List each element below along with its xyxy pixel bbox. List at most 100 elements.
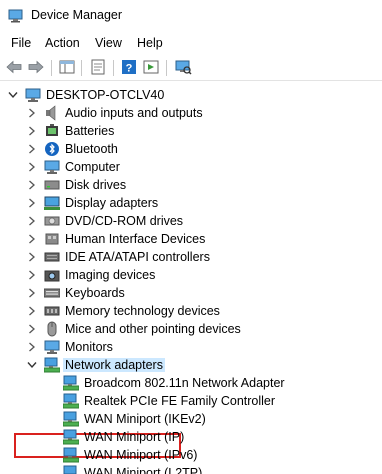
tree-item-category[interactable]: Computer	[0, 158, 382, 176]
disk-drive-icon	[44, 177, 60, 193]
keyboard-icon	[43, 285, 61, 301]
svg-text:?: ?	[126, 62, 133, 74]
chevron-down-icon[interactable]	[27, 356, 37, 374]
dvd-drive-icon	[44, 213, 60, 229]
computer-icon	[25, 87, 41, 103]
tree-root[interactable]: DESKTOP-OTCLV40	[0, 86, 382, 104]
tree-item-network-device[interactable]: WAN Miniport (IKEv2)	[0, 410, 382, 428]
tree-item-category[interactable]: Keyboards	[0, 284, 382, 302]
network-adapter-icon	[43, 357, 61, 373]
chevron-right-icon[interactable]	[27, 122, 37, 140]
help-icon: ?	[121, 59, 137, 78]
tree-item-category[interactable]: Memory technology devices	[0, 302, 382, 320]
menu-action[interactable]: Action	[45, 36, 80, 50]
show-hide-console-tree-icon	[59, 60, 75, 77]
scan-hardware-button[interactable]	[173, 58, 193, 78]
tree-item-category[interactable]: Imaging devices	[0, 266, 382, 284]
scan-hardware-icon	[174, 59, 192, 78]
tree-item-network-device[interactable]: WAN Miniport (IPv6)	[0, 446, 382, 464]
tree-item-network-device[interactable]: WAN Miniport (L2TP)	[0, 464, 382, 474]
chevron-right-icon[interactable]	[27, 212, 37, 230]
chevron-right-icon[interactable]	[27, 194, 37, 212]
mouse-icon	[44, 321, 60, 337]
monitor-icon	[44, 339, 60, 355]
ide-controller-icon	[44, 249, 60, 265]
chevron-right-icon[interactable]	[27, 284, 37, 302]
tree-item-network-device[interactable]: WAN Miniport (IP)	[0, 428, 382, 446]
title-bar: Device Manager	[0, 0, 382, 32]
back-arrow-icon	[6, 60, 22, 77]
menu-file[interactable]: File	[11, 36, 31, 50]
menu-help[interactable]: Help	[137, 36, 163, 50]
toolbar-separator	[113, 60, 114, 76]
back-button[interactable]	[4, 58, 24, 78]
chevron-right-icon[interactable]	[27, 248, 37, 266]
chevron-right-icon[interactable]	[27, 176, 37, 194]
help-button[interactable]: ?	[119, 58, 139, 78]
tree-item-label: Computer	[65, 160, 120, 174]
computer-icon	[44, 159, 60, 175]
forward-button[interactable]	[26, 58, 46, 78]
chevron-right-icon[interactable]	[27, 230, 37, 248]
chevron-right-icon[interactable]	[27, 338, 37, 356]
tree-item-category[interactable]: Mice and other pointing devices	[0, 320, 382, 338]
toolbar-separator	[166, 60, 167, 76]
toolbar-separator	[81, 60, 82, 76]
network-adapter-icon	[62, 447, 80, 463]
tree-item-label: Keyboards	[65, 286, 125, 300]
chevron-right-icon[interactable]	[27, 140, 37, 158]
chevron-down-icon[interactable]	[8, 86, 18, 104]
tree-item-label: WAN Miniport (IPv6)	[84, 448, 198, 462]
menu-view[interactable]: View	[95, 36, 122, 50]
tree-item-label: DVD/CD-ROM drives	[65, 214, 184, 228]
tree-item-label: Human Interface Devices	[65, 232, 206, 246]
tree-item-label: Display adapters	[65, 196, 159, 210]
chevron-right-icon[interactable]	[27, 320, 37, 338]
forward-arrow-icon	[28, 60, 44, 77]
memory-icon	[44, 303, 60, 319]
tree-item-label: WAN Miniport (L2TP)	[84, 466, 203, 474]
show-hide-console-tree-button[interactable]	[57, 58, 77, 78]
speaker-icon	[44, 105, 60, 121]
tree-item-label: Batteries	[65, 124, 115, 138]
tree-item-category[interactable]: Display adapters	[0, 194, 382, 212]
tree-item-network-device[interactable]: Broadcom 802.11n Network Adapter	[0, 374, 382, 392]
chevron-right-icon[interactable]	[27, 104, 37, 122]
tree-item-category[interactable]: Monitors	[0, 338, 382, 356]
tree-item-label: Audio inputs and outputs	[65, 106, 203, 120]
tree-item-category[interactable]: DVD/CD-ROM drives	[0, 212, 382, 230]
hid-icon	[44, 231, 60, 247]
chevron-right-icon[interactable]	[27, 302, 37, 320]
tree-item-category[interactable]: Human Interface Devices	[0, 230, 382, 248]
tree-item-category[interactable]: IDE ATA/ATAPI controllers	[0, 248, 382, 266]
toolbar-separator	[51, 60, 52, 76]
device-manager-icon	[8, 9, 24, 23]
tree-item-label: Monitors	[65, 340, 113, 354]
chevron-right-icon[interactable]	[27, 158, 37, 176]
tree-item-category[interactable]: Bluetooth	[0, 140, 382, 158]
tree-item-label: Bluetooth	[65, 142, 118, 156]
tree-item-label: Broadcom 802.11n Network Adapter	[84, 376, 285, 390]
network-adapter-icon	[62, 375, 80, 391]
properties-button[interactable]	[88, 58, 108, 78]
bluetooth-icon	[44, 141, 60, 157]
tree-item-label: Imaging devices	[65, 268, 156, 282]
tree-item-category[interactable]: Disk drives	[0, 176, 382, 194]
tree-item-network-device[interactable]: Realtek PCIe FE Family Controller	[0, 392, 382, 410]
tree-item-label: Realtek PCIe FE Family Controller	[84, 394, 276, 408]
network-adapter-icon	[62, 429, 80, 445]
chevron-right-icon[interactable]	[27, 266, 37, 284]
camera-icon	[44, 267, 60, 283]
run-action-button[interactable]	[141, 58, 161, 78]
toolbar: ?	[0, 54, 382, 81]
network-adapter-icon	[62, 411, 80, 427]
tree-item-category[interactable]: Batteries	[0, 122, 382, 140]
network-adapter-icon	[63, 465, 79, 474]
tree-item-network-adapters[interactable]: Network adapters	[0, 356, 382, 374]
tree-item-label: Mice and other pointing devices	[65, 322, 241, 336]
tree-item-category[interactable]: Audio inputs and outputs	[0, 104, 382, 122]
display-adapter-icon	[44, 195, 60, 211]
tree-item-label: WAN Miniport (IKEv2)	[84, 412, 206, 426]
battery-icon	[44, 123, 60, 139]
device-tree: DESKTOP-OTCLV40 Audio inputs and outputs…	[0, 82, 382, 474]
